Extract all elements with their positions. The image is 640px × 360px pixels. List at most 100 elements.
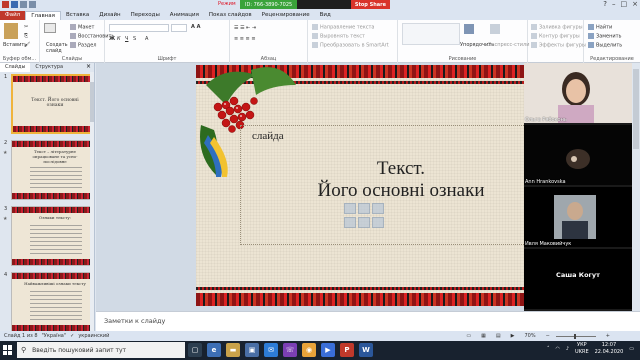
spellcheck-icon[interactable]: ✓ (70, 333, 74, 339)
participant-video-tile[interactable]: Ann Hrankovska (524, 125, 632, 185)
close-panel-icon[interactable]: × (83, 63, 94, 72)
shape-effects-button[interactable]: Эффекты фигуры (531, 42, 586, 49)
section-button[interactable]: Раздел (70, 42, 96, 49)
insert-smartart-icon[interactable] (372, 203, 384, 214)
grow-font-icon[interactable]: A A (191, 24, 200, 30)
quick-styles-button[interactable]: Экспресс-стили (488, 42, 529, 48)
slideshow-view-icon[interactable]: ▶ (511, 333, 515, 339)
notes-placeholder[interactable]: Заметки к слайду (104, 317, 165, 325)
notifications-icon[interactable]: ▭ (629, 346, 634, 352)
close-icon[interactable]: × (632, 0, 638, 8)
align-icon[interactable]: ≡ ≡ ≡ ≡ (234, 36, 256, 42)
new-slide-button[interactable]: Создать слайд (46, 42, 68, 54)
slide-thumbnail-1[interactable]: 1 Текст. Його основні ознаки (2, 74, 93, 136)
redo-icon[interactable] (29, 1, 36, 8)
file-explorer-icon[interactable]: ▬ (226, 343, 240, 357)
shape-fill-button[interactable]: Заливка фигуры (531, 24, 583, 31)
normal-view-icon[interactable]: ▭ (466, 333, 471, 339)
bullets-icon[interactable]: ☰ ☰ ⇤ ⇥ (234, 25, 256, 31)
shapes-gallery[interactable] (402, 23, 460, 45)
new-slide-icon[interactable] (44, 23, 58, 33)
quick-styles-icon[interactable] (490, 24, 502, 34)
align-text-button[interactable]: Выровнять текст (312, 33, 365, 40)
slide-thumbnail-2[interactable]: 2 ★ Текст – літературне опрацьоване та у… (2, 140, 93, 202)
arrange-icon[interactable] (464, 24, 476, 34)
insert-media-icon[interactable] (372, 217, 384, 228)
tray-arrow-icon[interactable]: ˄ (547, 346, 550, 352)
slide-thumbnail-4[interactable]: 4 Найважливіші ознаки тексту (2, 272, 93, 334)
insert-picture-icon[interactable] (344, 217, 356, 228)
slide-subtitle-text[interactable]: слайда (252, 130, 284, 142)
scrollbar-thumb[interactable] (633, 69, 639, 149)
chrome-icon[interactable]: ◉ (302, 343, 316, 357)
taskbar-search-box[interactable]: ⚲ Введіть пошуковий запит тут (17, 342, 185, 358)
strikethrough-icon[interactable]: S (133, 36, 136, 42)
reading-view-icon[interactable]: ▤ (496, 333, 501, 339)
underline-icon[interactable]: Ч (125, 36, 128, 42)
find-button[interactable]: Найти (588, 24, 612, 31)
task-view-icon[interactable]: ▢ (188, 343, 202, 357)
slides-panel-scrollbar[interactable] (90, 72, 94, 352)
select-button[interactable]: Выделить (588, 42, 622, 49)
shape-outline-button[interactable]: Контур фигуры (531, 33, 580, 40)
font-family-select[interactable] (109, 24, 169, 32)
participant-video-tile[interactable]: Ивля Маковийчук (524, 187, 632, 247)
zoom-slider-handle[interactable] (573, 333, 576, 339)
zoom-level[interactable]: 70% (524, 333, 535, 339)
zoom-slider[interactable] (555, 333, 596, 339)
maximize-icon[interactable]: □ (621, 0, 628, 8)
participant-video-tile[interactable]: Саша Когут (524, 249, 632, 309)
italic-icon[interactable]: К (117, 36, 121, 42)
zoom-in-icon[interactable]: + (606, 333, 610, 339)
participant-video-tile[interactable]: Ольга Рябоконь (524, 63, 632, 123)
paste-icon[interactable] (4, 23, 20, 39)
insert-table-icon[interactable] (344, 203, 356, 214)
mail-icon[interactable]: ✉ (264, 343, 278, 357)
tab-review[interactable]: Рецензирование (257, 11, 315, 20)
tab-view[interactable]: Вид (315, 11, 336, 20)
tab-outline[interactable]: Структура (30, 63, 68, 72)
font-color-icon[interactable]: A (145, 36, 148, 42)
tab-transitions[interactable]: Переходы (126, 11, 165, 20)
viber-icon[interactable]: ☏ (283, 343, 297, 357)
cut-icon[interactable]: ✂ (24, 24, 28, 30)
minimize-icon[interactable]: – (612, 0, 616, 8)
tab-slides-thumbnails[interactable]: Слайды (0, 63, 31, 72)
help-icon[interactable]: ? (603, 0, 607, 8)
tab-file[interactable]: Файл (0, 11, 26, 20)
copy-icon[interactable]: ⎘ (24, 33, 28, 39)
smartart-button[interactable]: Преобразовать в SmartArt (312, 42, 389, 49)
undo-icon[interactable] (20, 1, 27, 8)
tab-animation[interactable]: Анимация (165, 11, 204, 20)
stop-share-button[interactable]: Stop Share (350, 0, 390, 9)
replace-button[interactable]: Заменить (588, 33, 622, 40)
text-direction-button[interactable]: Направление текста (312, 24, 374, 31)
participants-scrollbar[interactable] (632, 63, 640, 311)
word-app-icon[interactable]: W (359, 343, 373, 357)
language-indicator[interactable]: украинский (78, 333, 109, 339)
slide-title[interactable]: Текст. Його основні ознаки (266, 158, 536, 202)
tab-design[interactable]: Дизайн (94, 11, 125, 20)
input-language[interactable]: УКР UKRE (575, 342, 589, 356)
zoom-app-icon[interactable]: ▶ (321, 343, 335, 357)
windows-start-icon[interactable] (3, 345, 13, 355)
insert-chart-icon[interactable] (358, 203, 370, 214)
font-size-select[interactable] (171, 24, 187, 32)
edge-icon[interactable]: e (207, 343, 221, 357)
powerpoint-app-icon[interactable]: P (340, 343, 354, 357)
taskbar-clock[interactable]: 12:07 22.04.2020 (595, 342, 624, 356)
network-icon[interactable]: ◠ (555, 346, 559, 352)
bold-icon[interactable]: Ж (109, 36, 115, 42)
slide-thumbnail-3[interactable]: 3 ★ Ознаки тексту: (2, 206, 93, 268)
save-icon[interactable] (11, 1, 18, 8)
sorter-view-icon[interactable]: ▦ (481, 333, 486, 339)
tab-slideshow[interactable]: Показ слайдов (204, 11, 257, 20)
tab-home[interactable]: Главная (25, 11, 61, 20)
zoom-out-icon[interactable]: − (546, 333, 550, 339)
notes-pane[interactable]: Заметки к слайду (96, 311, 640, 331)
insert-clipart-icon[interactable] (358, 217, 370, 228)
scrollbar-thumb[interactable] (90, 82, 94, 122)
volume-icon[interactable]: ♪ (566, 346, 569, 352)
store-icon[interactable]: ▣ (245, 343, 259, 357)
layout-button[interactable]: Макет (70, 24, 94, 31)
